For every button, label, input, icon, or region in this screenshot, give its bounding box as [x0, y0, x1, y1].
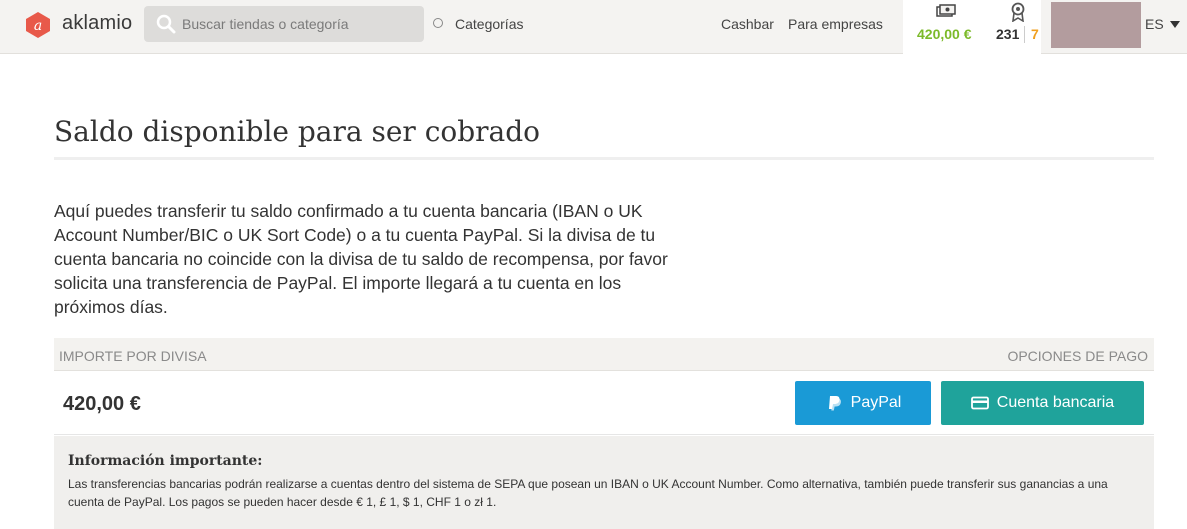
categories-link[interactable]: Categorías	[455, 16, 523, 32]
nav-cashbar-link[interactable]: Cashbar	[721, 16, 774, 32]
intro-text: Aquí puedes transferir tu saldo confirma…	[54, 201, 668, 317]
table-row: 420,00 € PayPal Cuenta bancaria	[54, 371, 1154, 435]
page-title: Saldo disponible para ser cobrado	[54, 115, 541, 148]
aklamio-logo-icon[interactable]: a	[24, 11, 52, 39]
search-input[interactable]	[182, 6, 418, 42]
balance-value[interactable]: 420,00 €	[917, 26, 972, 42]
paypal-button-label: PayPal	[850, 394, 902, 411]
info-text: Las transferencias bancarias podrán real…	[68, 477, 1108, 509]
avatar[interactable]	[1051, 2, 1141, 48]
money-icon	[936, 4, 956, 17]
payout-table-header: IMPORTE POR DIVISA OPCIONES DE PAGO	[54, 338, 1154, 371]
title-divider	[54, 157, 1154, 160]
header-amount-by-currency: IMPORTE POR DIVISA	[59, 348, 207, 364]
amount-value: 420,00 €	[63, 393, 141, 415]
svg-text:a: a	[34, 18, 42, 34]
award-icon	[1011, 2, 1025, 22]
paypal-button[interactable]: PayPal	[795, 381, 931, 425]
paypal-icon	[828, 396, 841, 411]
info-title: Información importante:	[68, 453, 263, 469]
search-icon	[156, 14, 176, 34]
header-payment-options: OPCIONES DE PAGO	[1007, 348, 1148, 364]
categories-icon[interactable]	[433, 18, 443, 28]
bank-account-button[interactable]: Cuenta bancaria	[941, 381, 1144, 425]
stats-divider	[1024, 26, 1025, 43]
search-box[interactable]	[144, 6, 424, 42]
important-info-box: Información importante: Las transferenci…	[54, 436, 1154, 529]
credit-card-icon	[970, 396, 989, 410]
top-header: a aklamio Categorías Cashbar Para empres…	[0, 0, 1187, 54]
bank-account-button-label: Cuenta bancaria	[996, 394, 1115, 411]
nav-empresas-link[interactable]: Para empresas	[788, 16, 883, 32]
chevron-down-icon[interactable]	[1170, 21, 1180, 28]
points-value[interactable]: 231	[996, 26, 1019, 42]
logo-text[interactable]: aklamio	[62, 12, 132, 35]
language-selector[interactable]: ES	[1145, 16, 1164, 32]
level-value[interactable]: 7	[1031, 26, 1039, 42]
